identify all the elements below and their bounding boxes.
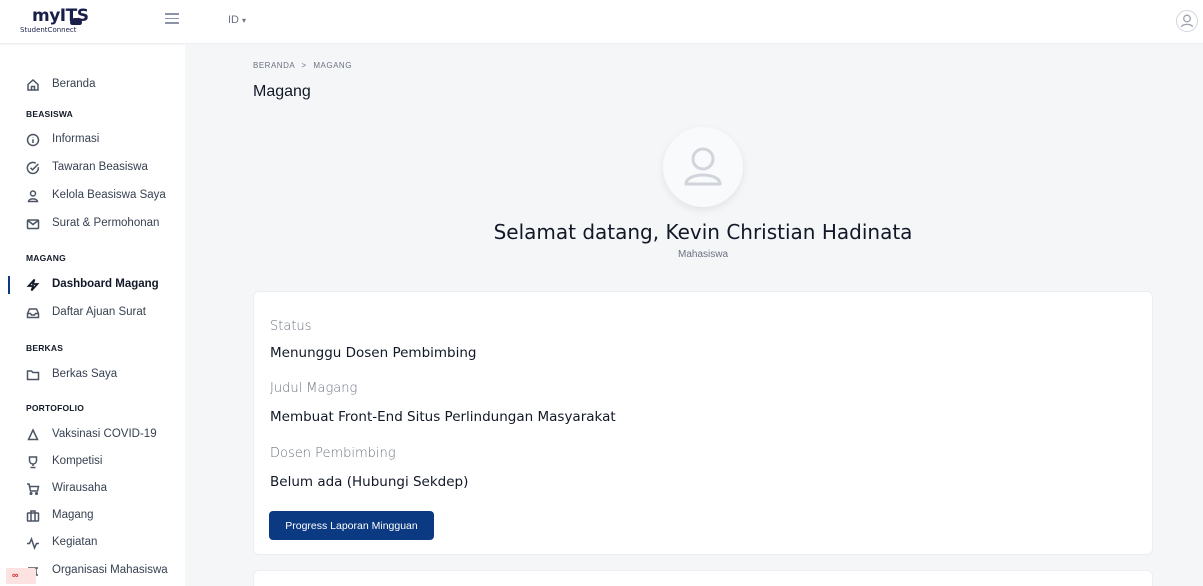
sidebar-item-label: Organisasi Mahasiswa <box>52 564 168 576</box>
sidebar-item-informasi[interactable]: Informasi <box>0 128 185 152</box>
logo-subtitle: StudentConnect <box>20 26 77 34</box>
section-beasiswa: BEASISWA <box>26 109 73 119</box>
myits-logo[interactable]: myITS StudentConnect <box>20 6 90 38</box>
sidebar-item-label: Surat & Permohonan <box>52 217 160 229</box>
internship-title-label: Judul Magang <box>270 381 358 396</box>
sidebar-item-label: Berkas Saya <box>52 368 118 380</box>
home-icon <box>27 78 39 91</box>
menu-toggle-icon[interactable] <box>165 13 179 27</box>
breadcrumb-home[interactable]: BERANDA <box>253 61 295 70</box>
sidebar-item-tawaran-beasiswa[interactable]: Tawaran Beasiswa <box>0 156 185 180</box>
sidebar-item-surat-permohonan[interactable]: Surat & Permohonan <box>0 212 185 236</box>
breadcrumb-separator: > <box>301 61 307 70</box>
sidebar-item-label: Wirausaha <box>52 482 107 494</box>
sidebar-item-label: Tawaran Beasiswa <box>52 161 148 173</box>
top-bar: myITS StudentConnect ID ▾ <box>0 0 1203 44</box>
internship-title-value: Membuat Front-End Situs Perlindungan Mas… <box>270 409 616 425</box>
logo-mark-icon <box>70 18 82 25</box>
page-title: Magang <box>253 83 311 100</box>
activity-icon <box>27 536 39 550</box>
weekly-report-progress-button[interactable]: Progress Laporan Mingguan <box>269 511 434 540</box>
chevron-down-icon: ▾ <box>242 16 247 25</box>
sidebar-item-kompetisi[interactable]: Kompetisi <box>0 450 185 474</box>
status-value: Menunggu Dosen Pembimbing <box>270 345 477 361</box>
advisor-value: Belum ada (Hubungi Sekdep) <box>270 474 469 490</box>
section-portofolio: PORTOFOLIO <box>26 403 85 413</box>
sidebar-item-berkas-saya[interactable]: Berkas Saya <box>0 363 185 387</box>
inbox-icon <box>26 308 40 319</box>
sidebar-item-kegiatan[interactable]: Kegiatan <box>0 531 185 555</box>
sidebar: Beranda BEASISWA Informasi Tawaran Beasi… <box>0 45 185 586</box>
info-icon <box>26 133 40 147</box>
sidebar-item-label: Kegiatan <box>52 536 98 548</box>
language-selector[interactable]: ID ▾ <box>228 14 246 26</box>
sidebar-item-label: Magang <box>52 509 94 521</box>
cart-icon <box>27 483 40 496</box>
floating-widget-icon[interactable]: ∞ <box>6 568 36 584</box>
sidebar-item-beranda[interactable]: Beranda <box>0 73 185 97</box>
sidebar-item-magang[interactable]: Magang <box>0 504 185 528</box>
sidebar-item-wirausaha[interactable]: Wirausaha <box>0 477 185 501</box>
shield-icon <box>27 428 39 441</box>
building-icon <box>26 510 40 522</box>
section-berkas: BERKAS <box>26 343 64 353</box>
sidebar-item-kelola-beasiswa[interactable]: Kelola Beasiswa Saya <box>0 184 185 208</box>
sidebar-item-label: Dashboard Magang <box>52 278 159 290</box>
language-label: ID <box>228 14 239 26</box>
trophy-icon <box>28 456 38 469</box>
internship-details-card: Status Menunggu Dosen Pembimbing Judul M… <box>253 291 1153 555</box>
breadcrumb: BERANDA > MAGANG <box>253 61 352 70</box>
sidebar-item-dashboard-magang[interactable]: Dashboard Magang <box>0 273 185 297</box>
user-avatar-icon[interactable] <box>1176 10 1198 32</box>
sidebar-item-daftar-ajuan-surat[interactable]: Daftar Ajuan Surat <box>0 301 185 325</box>
profile-avatar <box>663 127 743 207</box>
folder-icon <box>26 370 40 381</box>
active-indicator <box>8 276 10 294</box>
user-role: Mahasiswa <box>677 249 729 260</box>
mail-icon <box>26 219 40 230</box>
secondary-card <box>253 570 1153 586</box>
welcome-heading: Selamat datang, Kevin Christian Hadinata <box>493 220 913 244</box>
section-magang: MAGANG <box>26 253 66 263</box>
sidebar-item-label: Kompetisi <box>52 455 103 467</box>
user-icon <box>27 190 39 203</box>
sidebar-item-label: Informasi <box>52 133 100 145</box>
check-circle-icon <box>26 161 40 175</box>
lightning-icon <box>26 278 40 292</box>
breadcrumb-current: MAGANG <box>313 61 352 70</box>
sidebar-item-label: Beranda <box>52 78 96 90</box>
sidebar-item-vaksinasi[interactable]: Vaksinasi COVID-19 <box>0 423 185 447</box>
sidebar-item-label: Daftar Ajuan Surat <box>52 306 146 318</box>
status-label: Status <box>270 319 312 334</box>
sidebar-item-label: Vaksinasi COVID-19 <box>52 428 157 440</box>
advisor-label: Dosen Pembimbing <box>270 446 396 461</box>
user-icon <box>684 147 722 186</box>
sidebar-item-label: Kelola Beasiswa Saya <box>52 189 166 201</box>
